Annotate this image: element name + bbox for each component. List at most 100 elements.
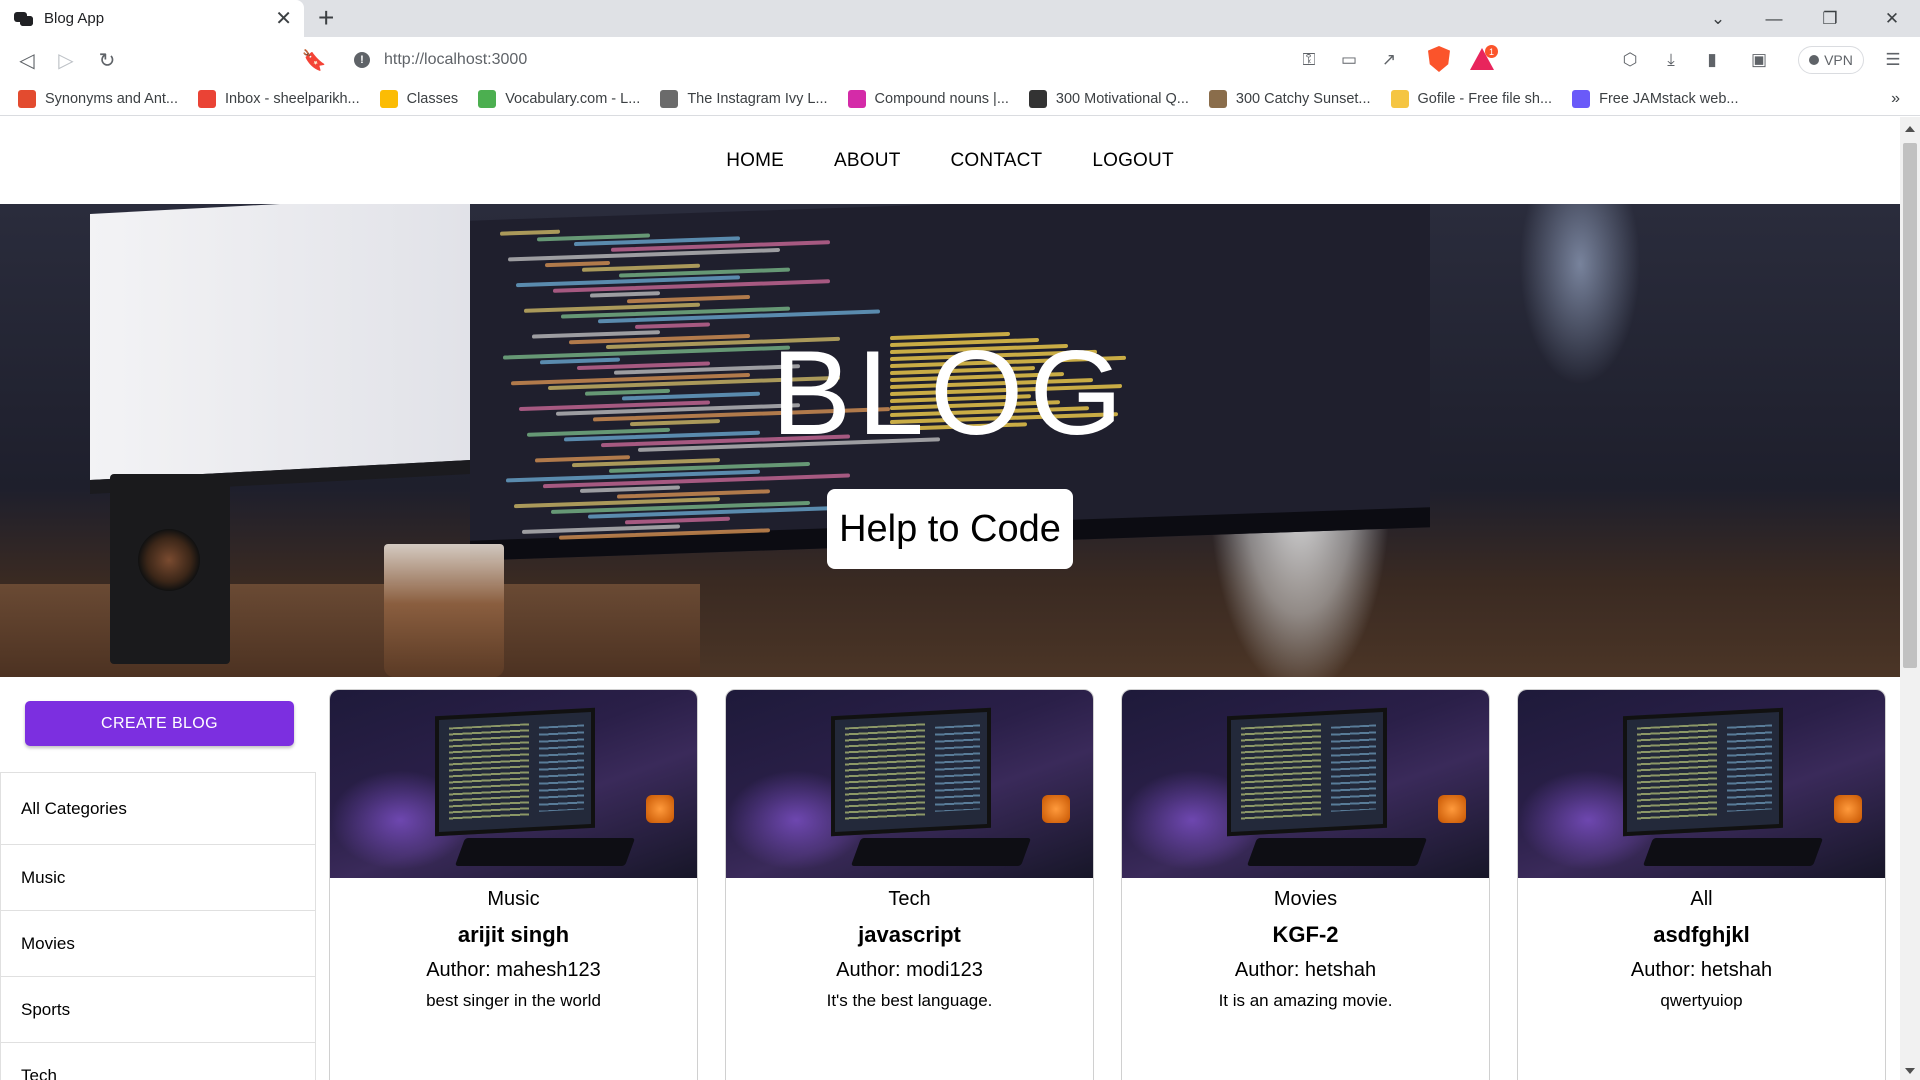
post-title: arijit singh <box>457 922 570 947</box>
bookmark-item[interactable]: Inbox - sheelparikh... <box>198 89 360 108</box>
hero-subtitle: Help to Code <box>827 489 1073 569</box>
tab-title: Blog App <box>44 10 105 27</box>
coffee-glass-image <box>384 544 504 677</box>
post-image-cup <box>1834 795 1862 823</box>
ef-icon <box>847 89 866 108</box>
code-line <box>545 260 610 267</box>
bookmark-item[interactable]: Synonyms and Ant... <box>18 89 178 108</box>
code-line <box>627 294 750 303</box>
bookmark-label: Compound nouns |... <box>874 90 1009 107</box>
bookmark-item[interactable]: Free JAMstack web... <box>1572 89 1739 108</box>
rewards-badge: 1 <box>1485 45 1498 58</box>
bookmark-label: Vocabulary.com - L... <box>505 90 641 107</box>
gofile-icon <box>1390 89 1409 108</box>
post-image-kb <box>454 838 636 866</box>
back-icon[interactable]: ◁ <box>13 46 41 74</box>
category-item[interactable]: Tech <box>1 1043 315 1080</box>
post-author: Author: hetshah <box>1234 959 1377 981</box>
bookmark-label: 300 Catchy Sunset... <box>1235 90 1371 107</box>
create-blog-button[interactable]: CREATE BLOG <box>25 701 294 746</box>
category-item[interactable]: Music <box>1 845 315 911</box>
desk-image <box>0 584 700 677</box>
post-category: Movies <box>1273 888 1338 910</box>
post-image-scr <box>1227 707 1387 837</box>
wallet-icon[interactable]: ▣ <box>1746 47 1772 73</box>
bookmark-item[interactable]: 300 Motivational Q... <box>1028 89 1189 108</box>
bookmark-icon[interactable]: 🔖 <box>300 46 328 74</box>
category-item[interactable]: Movies <box>1 911 315 977</box>
code-line <box>625 516 730 524</box>
post-image-kb <box>1642 838 1824 866</box>
post-image-cup <box>1438 795 1466 823</box>
post-card[interactable]: Music arijit singh Author: mahesh123 best s… <box>329 689 698 1080</box>
bookmark-item[interactable]: 300 Catchy Sunset... <box>1208 89 1371 108</box>
bookmark-label: Free JAMstack web... <box>1599 90 1739 107</box>
forward-icon[interactable]: ▷ <box>52 46 80 74</box>
nav-link-logout[interactable]: LOGOUT <box>1092 150 1173 172</box>
bookmark-item[interactable]: Vocabulary.com - L... <box>478 89 641 108</box>
share-icon[interactable]: ↗ <box>1376 47 1402 73</box>
vpn-button[interactable]: VPN <box>1798 46 1864 74</box>
tab-search-chevron-icon[interactable]: ⌄ <box>1690 0 1746 37</box>
menu-icon[interactable]: ☰ <box>1880 47 1906 73</box>
tab-strip: Blog App ✕ + ⌄ — ❐ ✕ <box>0 0 1920 37</box>
post-category: Tech <box>888 888 931 910</box>
cast-icon[interactable]: ▭ <box>1336 47 1362 73</box>
scrollbar-thumb[interactable] <box>1903 143 1917 668</box>
sidebar-icon[interactable]: ▮ <box>1699 47 1725 73</box>
scroll-up-icon[interactable] <box>1905 126 1915 132</box>
post-category: All <box>1690 888 1713 910</box>
page-scrollbar[interactable] <box>1900 117 1920 1080</box>
post-image-kb <box>1246 838 1428 866</box>
post-image-kb <box>850 838 1032 866</box>
instagram-ivy-icon <box>660 89 679 108</box>
post-image <box>1122 690 1489 878</box>
bookmarks-bar: Synonyms and Ant... Inbox - sheelparikh..… <box>0 82 1920 116</box>
bookmark-label: 300 Motivational Q... <box>1055 90 1189 107</box>
url-text: http://localhost:3000 <box>384 51 528 68</box>
posts-grid: Music arijit singh Author: mahesh123 best s… <box>329 689 1889 1080</box>
bookmark-item[interactable]: Classes <box>379 89 459 108</box>
post-image-scr <box>435 707 595 837</box>
jamstack-icon <box>1572 89 1591 108</box>
extensions-icon[interactable]: ⬡ <box>1617 47 1643 73</box>
close-tab-icon[interactable]: ✕ <box>275 9 292 29</box>
bookmark-label: Classes <box>406 90 459 107</box>
post-image <box>1518 690 1885 878</box>
bookmark-item[interactable]: Gofile - Free file sh... <box>1390 89 1552 108</box>
close-window-button[interactable]: ✕ <box>1864 0 1920 37</box>
site-navbar: HOME ABOUT CONTACT LOGOUT <box>0 117 1900 204</box>
more-bookmarks-icon[interactable]: » <box>1891 90 1900 108</box>
nav-link-home[interactable]: HOME <box>726 150 784 172</box>
nav-link-about[interactable]: ABOUT <box>834 150 900 172</box>
restore-button[interactable]: ❐ <box>1802 0 1858 37</box>
scroll-down-icon[interactable] <box>1905 1068 1915 1074</box>
key-icon[interactable]: ⚿ <box>1296 47 1322 73</box>
post-image-cup <box>1042 795 1070 823</box>
minimize-button[interactable]: — <box>1746 0 1802 37</box>
bookmark-item[interactable]: The Instagram Ivy L... <box>660 89 828 108</box>
browser-tab[interactable]: Blog App ✕ <box>0 0 304 37</box>
address-bar[interactable]: ! http://localhost:3000 <box>340 43 1508 77</box>
gmail-icon <box>198 89 216 108</box>
globe-icon <box>1028 89 1047 108</box>
post-title: asdfghjkl <box>1653 922 1750 947</box>
category-item[interactable]: All Categories <box>1 773 315 845</box>
download-icon[interactable]: ⤓ <box>1658 47 1684 73</box>
vpn-label: VPN <box>1824 52 1853 68</box>
post-card[interactable]: Movies KGF-2 Author: hetshah It is an amazi… <box>1121 689 1490 1080</box>
reload-icon[interactable]: ↻ <box>93 46 121 74</box>
hero-title: BLOG <box>771 326 1129 460</box>
category-item[interactable]: Sports <box>1 977 315 1043</box>
code-line <box>580 485 680 493</box>
browser-toolbar: ◁ ▷ ↻ 🔖 ! http://localhost:3000 ⚿ ▭ ↗ 1 … <box>0 37 1920 82</box>
site-info-icon[interactable]: ! <box>354 52 370 68</box>
new-tab-button[interactable]: + <box>318 3 334 33</box>
nav-link-contact[interactable]: CONTACT <box>951 150 1043 172</box>
post-card[interactable]: Tech javascript Author: modi123 It's the be… <box>725 689 1094 1080</box>
post-card[interactable]: All asdfghjkl Author: hetshah qwertyuiop <box>1517 689 1886 1080</box>
hero-banner: BLOG Help to Code <box>0 204 1900 677</box>
bookmark-label: Synonyms and Ant... <box>45 90 178 107</box>
bookmark-item[interactable]: Compound nouns |... <box>847 89 1009 108</box>
post-description: It's the best language. <box>826 991 993 1010</box>
